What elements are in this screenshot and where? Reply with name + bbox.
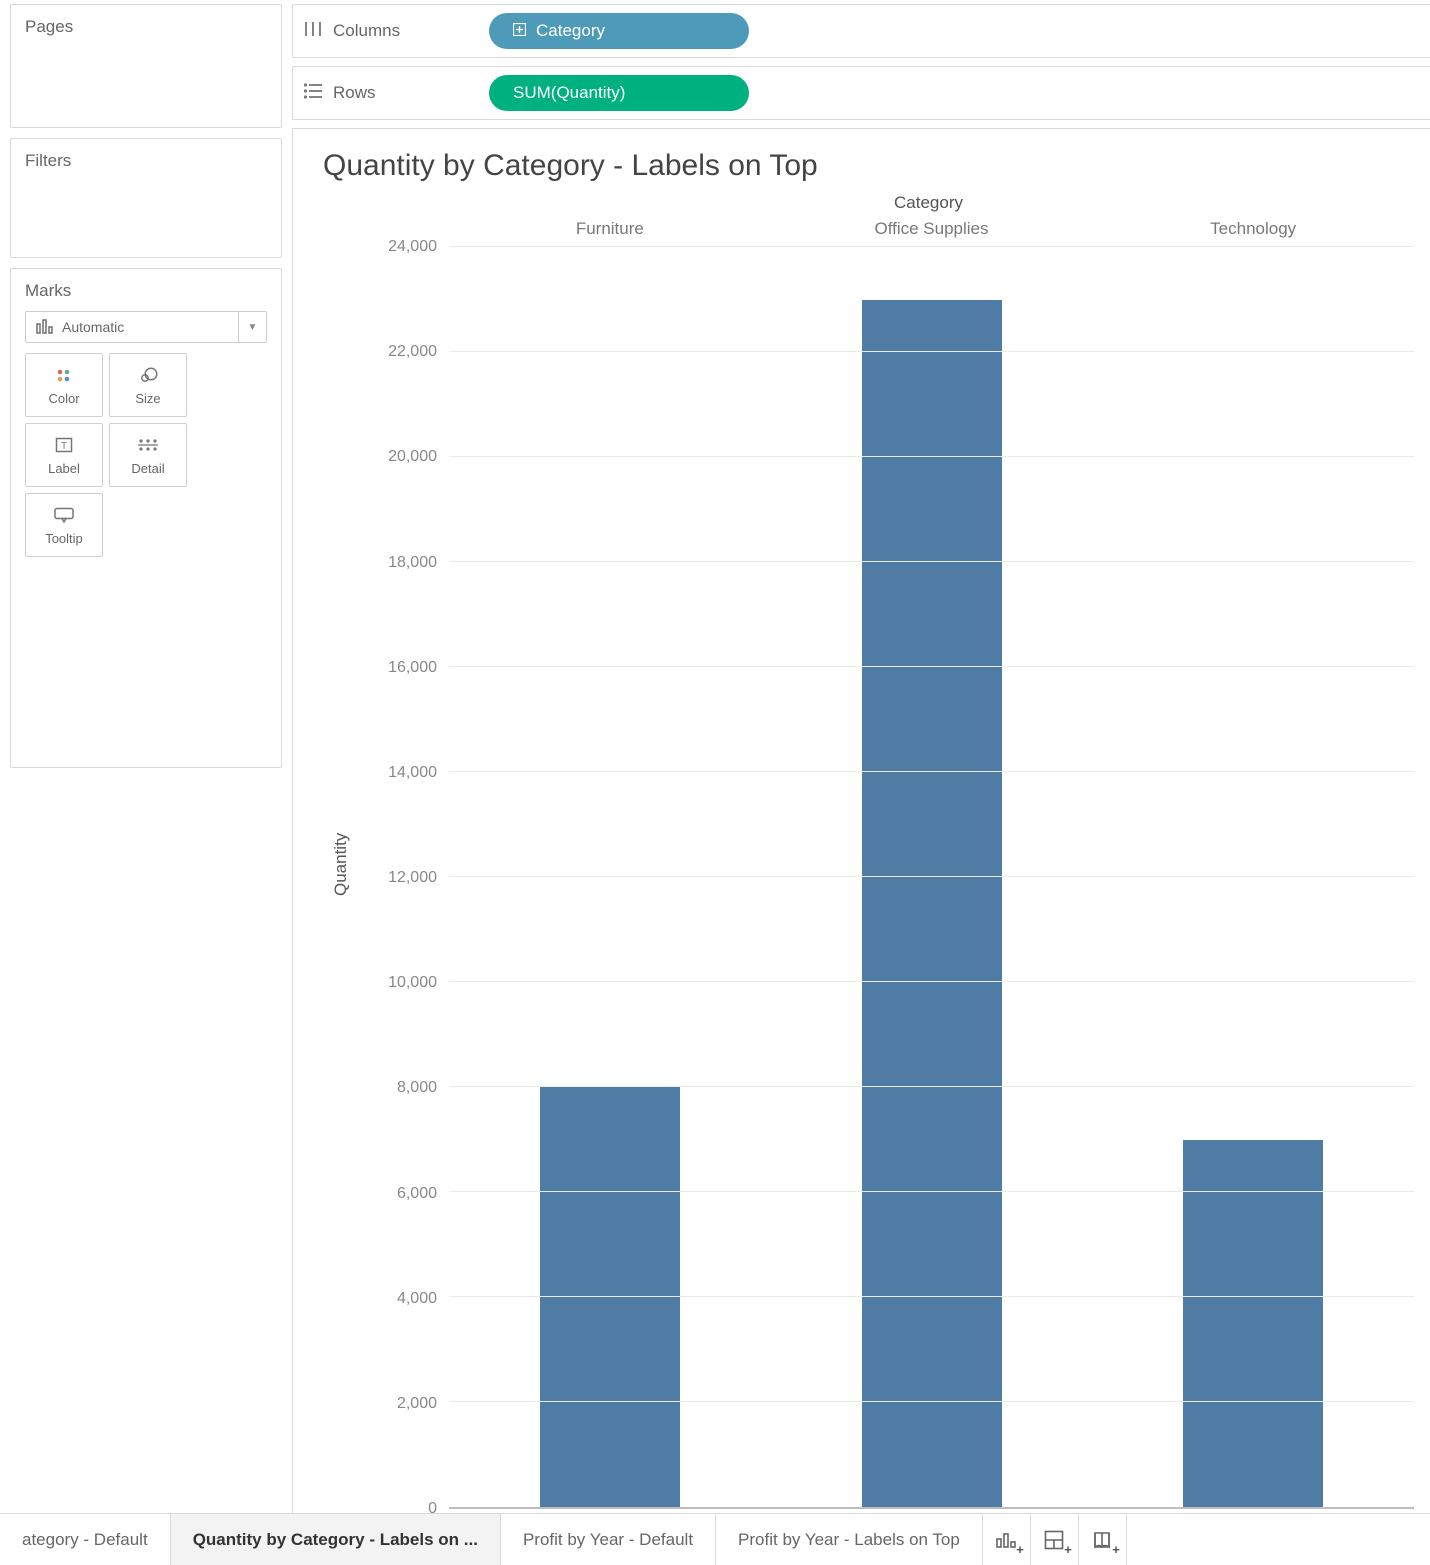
label-icon: T [55,435,73,455]
y-tick-label: 12,000 [388,869,437,887]
gridline [449,351,1414,352]
columns-shelf[interactable]: Columns Category [292,4,1430,58]
bar[interactable] [540,1087,680,1507]
gridline [449,1296,1414,1297]
gridline [449,1086,1414,1087]
chevron-down-icon[interactable]: ▼ [238,312,266,342]
bar-chart-icon [36,318,54,337]
y-tick-label: 20,000 [388,448,437,466]
gridline [449,771,1414,772]
y-tick-label: 22,000 [388,343,437,361]
y-tick-label: 10,000 [388,974,437,992]
marks-detail-label: Detail [131,461,164,476]
columns-icon [303,20,323,43]
bar-slot [449,247,771,1507]
category-label: Technology [1092,219,1414,247]
marks-size-label: Size [135,391,160,406]
mark-type-dropdown[interactable]: Automatic ▼ [25,311,267,343]
gridline [449,1401,1414,1402]
new-dashboard-button[interactable]: + [1031,1514,1079,1565]
marks-label-label: Label [48,461,80,476]
y-tick-label: 6,000 [397,1185,437,1203]
pages-shelf-title: Pages [25,17,267,37]
marks-detail-button[interactable]: Detail [109,423,187,487]
marks-color-label: Color [48,391,79,406]
detail-icon [138,435,158,455]
gridline [449,981,1414,982]
marks-size-button[interactable]: Size [109,353,187,417]
mark-type-label: Automatic [62,319,124,335]
tooltip-icon [53,505,75,525]
category-labels: FurnitureOffice SuppliesTechnology [449,219,1414,247]
y-tick-label: 4,000 [397,1290,437,1308]
category-label: Office Supplies [771,219,1093,247]
chart-plot-area[interactable] [449,247,1414,1509]
svg-text:T: T [61,441,67,452]
new-worksheet-button[interactable]: + [983,1514,1031,1565]
rows-icon [303,82,323,105]
new-story-button[interactable]: + [1079,1514,1127,1565]
marks-card[interactable]: Marks Automatic ▼ Colo [10,268,282,768]
y-axis-title[interactable]: Quantity [323,219,359,1509]
y-tick-label: 24,000 [388,238,437,256]
size-icon [137,365,159,385]
bar-slot [1092,247,1414,1507]
category-label: Furniture [449,219,771,247]
y-tick-label: 0 [428,1500,437,1518]
worksheet-tabs: ategory - DefaultQuantity by Category - … [0,1513,1430,1565]
gridline [449,1191,1414,1192]
gridline [449,876,1414,877]
marks-color-button[interactable]: Color [25,353,103,417]
expand-icon [513,21,526,41]
marks-label-button[interactable]: T Label [25,423,103,487]
rows-shelf[interactable]: Rows SUM(Quantity) [292,66,1430,120]
columns-pill-label: Category [536,21,605,41]
rows-pill-label: SUM(Quantity) [513,83,625,103]
pages-shelf[interactable]: Pages [10,4,282,128]
gridline [449,666,1414,667]
marks-shelf-title: Marks [25,281,267,301]
filters-shelf-title: Filters [25,151,267,171]
visualization-area[interactable]: Quantity by Category - Labels on Top Cat… [292,128,1430,1513]
filters-shelf[interactable]: Filters [10,138,282,258]
gridline [449,456,1414,457]
viz-title[interactable]: Quantity by Category - Labels on Top [323,149,1414,183]
columns-label: Columns [333,21,400,41]
rows-pill-quantity[interactable]: SUM(Quantity) [489,75,749,111]
bar-slot [771,247,1093,1507]
columns-pill-category[interactable]: Category [489,13,749,49]
worksheet-tab[interactable]: ategory - Default [0,1514,171,1565]
x-dimension-title: Category [443,193,1414,213]
worksheet-tab[interactable]: Quantity by Category - Labels on ... [171,1514,501,1565]
y-tick-label: 18,000 [388,554,437,572]
y-tick-label: 14,000 [388,764,437,782]
y-axis-ticks: 02,0004,0006,0008,00010,00012,00014,0001… [359,247,449,1509]
y-tick-label: 8,000 [397,1079,437,1097]
rows-label: Rows [333,83,376,103]
color-icon [55,365,73,385]
worksheet-tab[interactable]: Profit by Year - Default [501,1514,716,1565]
y-tick-label: 2,000 [397,1395,437,1413]
bar[interactable] [862,300,1002,1508]
marks-tooltip-button[interactable]: Tooltip [25,493,103,557]
marks-tooltip-label: Tooltip [45,531,83,546]
bar[interactable] [1183,1140,1323,1508]
gridline [449,246,1414,247]
gridline [449,561,1414,562]
y-tick-label: 16,000 [388,659,437,677]
worksheet-tab[interactable]: Profit by Year - Labels on Top [716,1514,983,1565]
